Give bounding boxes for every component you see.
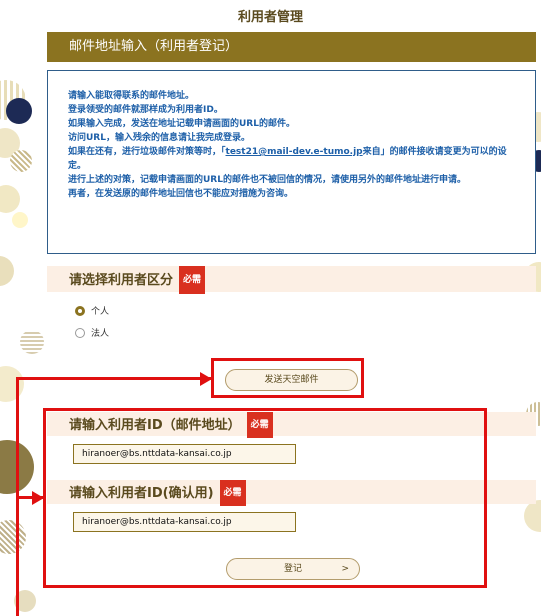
notice-line: 登录领受的邮件就那样成为利用者ID。: [68, 105, 223, 115]
decor-circle: [6, 98, 32, 124]
required-badge: 必需: [179, 266, 206, 294]
user-type-label: 请选择利用者区分: [69, 273, 174, 288]
notice-line: 进行上述的对策，记载申请画面的URL的邮件也不被回信的情况，请使用另外的邮件地址…: [68, 175, 466, 185]
notice-line: 请输入能取得联系的邮件地址。: [68, 91, 195, 101]
notice-line: 访问URL，输入残余的信息请让我完成登录。: [68, 133, 250, 143]
decor-circle: [12, 212, 28, 228]
decor-circle: [20, 330, 44, 354]
radio-unselected-icon[interactable]: [75, 327, 85, 338]
annotation-arrowhead: [200, 372, 212, 386]
notice-line: 如果输入完成，发送在地址记载申请画面的URL的邮件。: [68, 119, 295, 129]
decor-circle: [0, 366, 24, 402]
annotation-arrowhead: [32, 491, 44, 505]
notice-box: 请输入能取得联系的邮件地址。 登录领受的邮件就那样成为利用者ID。 如果输入完成…: [47, 70, 536, 254]
notice-line: 再者，在发送原的邮件地址回信也不能应对措施为咨询。: [68, 189, 294, 199]
highlight-box-email-fields: [43, 408, 487, 588]
decor-circle: [0, 185, 20, 213]
annotation-line: [16, 377, 211, 380]
notice-line: 如果在还有，进行垃圾邮件对策等时，「test21@mail-dev.e-tumo…: [68, 145, 515, 173]
radio-selected-icon[interactable]: [75, 305, 85, 316]
decor-circle: [524, 500, 541, 532]
radio-label: 法人: [91, 329, 110, 339]
radio-corporation[interactable]: 法人: [75, 326, 109, 339]
page-title: 利用者管理: [237, 10, 303, 25]
highlight-box-send-mail: [211, 358, 364, 398]
decor-circle: [0, 256, 14, 286]
decor-circle: [0, 520, 26, 554]
radio-label: 个人: [91, 307, 110, 317]
decor-circle: [10, 150, 32, 172]
user-type-section: 请选择利用者区分 必需: [47, 266, 536, 294]
notice-text: 如果在还有，进行垃圾邮件对策等时，「: [68, 147, 226, 157]
sender-address-link[interactable]: test21@mail-dev.e-tumo.jp: [226, 147, 363, 157]
radio-individual[interactable]: 个人: [75, 304, 109, 317]
form-header: 邮件地址输入（利用者登记）: [47, 32, 536, 62]
